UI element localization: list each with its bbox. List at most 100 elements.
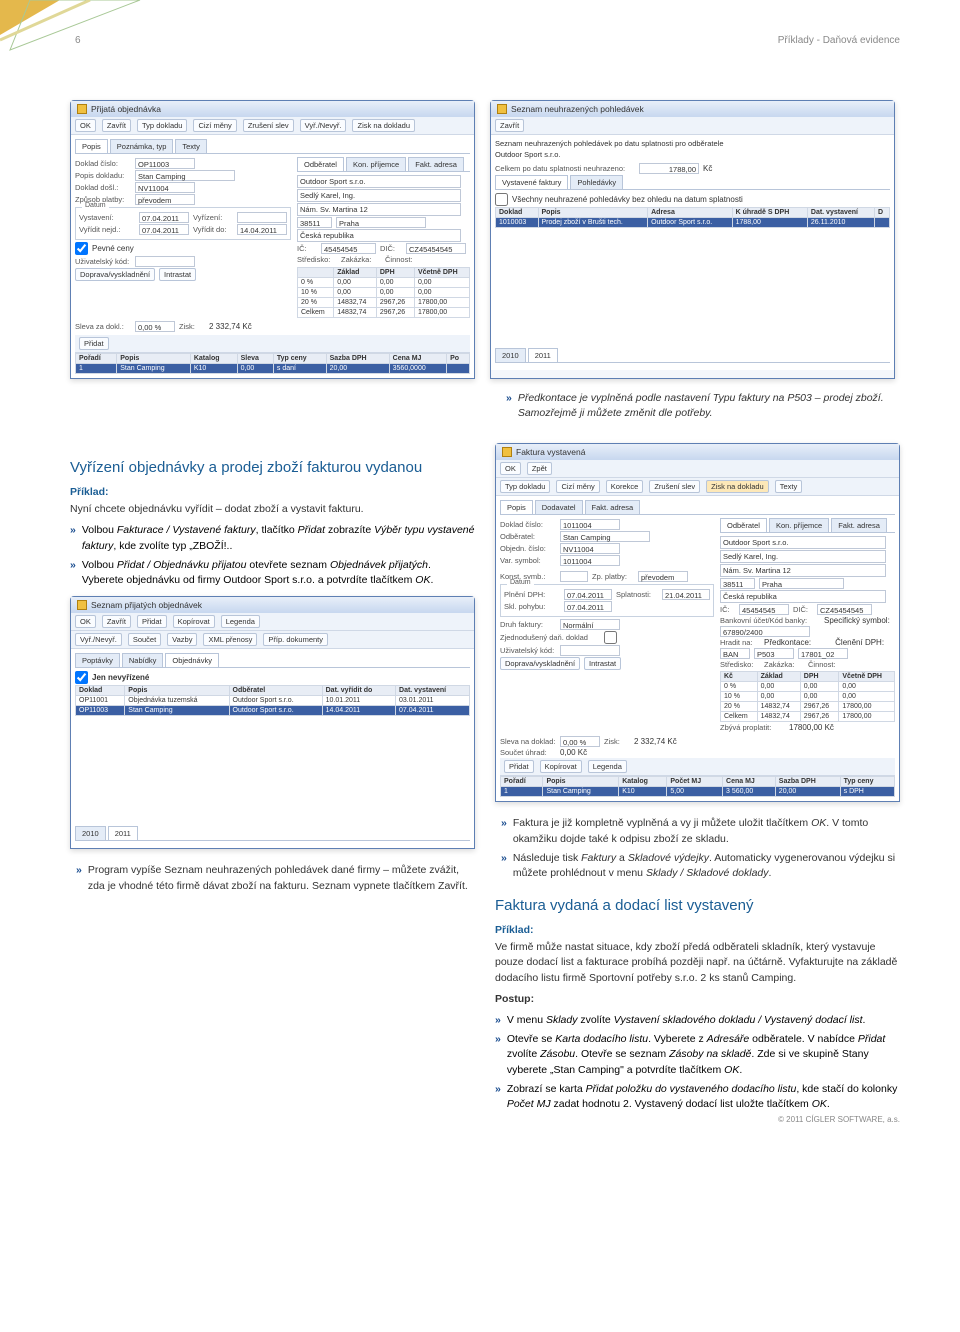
tab-poznamka[interactable]: Poznámka, typ	[110, 139, 174, 153]
hban-input[interactable]: BAN	[720, 648, 750, 659]
pridat-button[interactable]: Přidat	[504, 760, 534, 773]
vazby-button[interactable]: Vazby	[167, 633, 197, 646]
typ-dokladu-button[interactable]: Typ dokladu	[500, 480, 550, 493]
ok-button[interactable]: OK	[75, 615, 96, 628]
table-row[interactable]: 1Stan CampingK105,003 560,0020,00s DPH	[501, 787, 895, 797]
zp-input[interactable]: převodem	[638, 571, 688, 582]
intrastat-button[interactable]: Intrastat	[584, 657, 621, 670]
obj-input[interactable]: NV11004	[560, 543, 620, 554]
skl-input[interactable]: 07.04.2011	[564, 601, 612, 612]
dic-input[interactable]: CZ45454545	[406, 243, 466, 254]
table-row[interactable]: OP11001Objednávka tuzemskáOutdoor Sport …	[76, 696, 470, 706]
intrastat-button[interactable]: Intrastat	[159, 268, 196, 281]
pridat-item-button[interactable]: Přidat	[79, 337, 109, 350]
dic-input[interactable]: CZ45454545	[817, 604, 872, 615]
sleva-input[interactable]: 0,00 %	[135, 321, 175, 332]
odb-country[interactable]: Česká republika	[297, 229, 461, 242]
cizi-meny-button[interactable]: Cizí měny	[556, 480, 599, 493]
legenda-button[interactable]: Legenda	[221, 615, 260, 628]
year-2011-tab[interactable]: 2011	[528, 348, 558, 362]
korekce-button[interactable]: Korekce	[606, 480, 644, 493]
sleva-input[interactable]: 0,00 %	[560, 736, 600, 747]
odb-person[interactable]: Sedlý Karel, Ing.	[297, 189, 461, 202]
table-row[interactable]: 1010003Prodej zboží v Brušti tech.Outdoo…	[496, 218, 890, 228]
var-input[interactable]: 1011004	[560, 555, 620, 566]
soucet-button[interactable]: Součet	[128, 633, 161, 646]
vsechny-checkbox[interactable]	[495, 193, 508, 206]
ok-button[interactable]: OK	[500, 462, 521, 475]
odb-zip[interactable]: 38511	[297, 217, 332, 228]
tab-nabidky[interactable]: Nabídky	[122, 653, 164, 667]
zruseni-slev-button[interactable]: Zrušení slev	[649, 480, 700, 493]
pevne-ceny-checkbox[interactable]	[75, 242, 88, 255]
close-button[interactable]: Zavřít	[495, 119, 524, 132]
ok-button[interactable]: OK	[75, 119, 96, 132]
konst-input[interactable]	[560, 571, 588, 582]
pridat-button[interactable]: Přidat	[137, 615, 167, 628]
popis-input[interactable]: Stan Camping	[135, 170, 235, 181]
odb-addr[interactable]: Nám. Sv. Martina 12	[297, 203, 461, 216]
tab-vystavene[interactable]: Vystavené faktury	[495, 175, 568, 189]
jen-nevyrizene-checkbox[interactable]	[75, 671, 88, 684]
cizi-meny-button[interactable]: Cizí měny	[193, 119, 236, 132]
typ-dokladu-button[interactable]: Typ dokladu	[137, 119, 187, 132]
odb-addr[interactable]: Nám. Sv. Martina 12	[720, 564, 886, 577]
year-2011[interactable]: 2011	[108, 826, 138, 840]
year-2010[interactable]: 2010	[75, 826, 106, 840]
doklad-cislo-input[interactable]: OP11003	[135, 158, 195, 169]
odb-person[interactable]: Sedlý Karel, Ing.	[720, 550, 886, 563]
zjedn-checkbox[interactable]	[604, 631, 617, 644]
texty-button[interactable]: Texty	[775, 480, 803, 493]
odb-name[interactable]: Outdoor Sport s.r.o.	[720, 536, 886, 549]
zpusob-input[interactable]: převodem	[135, 194, 195, 205]
uziv-kod-input[interactable]	[135, 256, 195, 267]
tab-kon-prijemce[interactable]: Kon. příjemce	[346, 157, 406, 171]
doklad-input[interactable]: 1011004	[560, 519, 620, 530]
odb-city[interactable]: Praha	[336, 217, 426, 228]
doprava-button[interactable]: Doprava/vyskladnění	[500, 657, 580, 670]
vyridit-do-input[interactable]: 14.04.2011	[237, 224, 287, 235]
vyr-button[interactable]: Vyř./Nevyř.	[75, 633, 122, 646]
tab-texty[interactable]: Texty	[175, 139, 207, 153]
vyridit-nejd-input[interactable]: 07.04.2011	[139, 224, 189, 235]
druh-input[interactable]: Normální	[560, 619, 620, 630]
ic-input[interactable]: 45454545	[739, 604, 789, 615]
ic-input[interactable]: 45454545	[321, 243, 376, 254]
tab-fakt-adresa[interactable]: Fakt. adresa	[408, 157, 464, 171]
tab-odberatel[interactable]: Odběratel	[297, 157, 344, 171]
table-row[interactable]: OP11003Stan CampingOutdoor Sport s.r.o.1…	[76, 706, 470, 716]
odb-name[interactable]: Outdoor Sport s.r.o.	[297, 175, 461, 188]
close-button[interactable]: Zavřít	[102, 615, 131, 628]
odb-country[interactable]: Česká republika	[720, 590, 886, 603]
zruseni-slev-button[interactable]: Zrušení slev	[243, 119, 294, 132]
kopirovat-button[interactable]: Kopírovat	[540, 760, 582, 773]
tab-popis[interactable]: Popis	[500, 500, 533, 514]
kopirovat-button[interactable]: Kopírovat	[173, 615, 215, 628]
tab-popis[interactable]: Popis	[75, 139, 108, 153]
xml-button[interactable]: XML přenosy	[203, 633, 257, 646]
tab-pohledavky[interactable]: Pohledávky	[570, 175, 623, 189]
tab-kon-p[interactable]: Kon. příjemce	[769, 518, 829, 532]
zisk-button[interactable]: Zisk na dokladu	[706, 480, 769, 493]
odb-city[interactable]: Praha	[759, 578, 844, 589]
table-row[interactable]: 1Stan CampingK100,00s daní20,003560,0000	[76, 364, 470, 374]
vyr-button[interactable]: Vyř./Nevyř.	[300, 119, 347, 132]
prip-dok-button[interactable]: Příp. dokumenty	[263, 633, 328, 646]
tab-fakt-adresa[interactable]: Fakt. adresa	[585, 500, 641, 514]
odbf-input[interactable]: Stan Camping	[560, 531, 650, 542]
odb-zip[interactable]: 38511	[720, 578, 755, 589]
tab-fakt-a[interactable]: Fakt. adresa	[831, 518, 887, 532]
tab-poptavky[interactable]: Poptávky	[75, 653, 120, 667]
doklad-dosl-input[interactable]: NV11004	[135, 182, 195, 193]
tab-objednavky[interactable]: Objednávky	[165, 653, 219, 667]
close-button[interactable]: Zavřít	[102, 119, 131, 132]
tab-odberatel[interactable]: Odběratel	[720, 518, 767, 532]
banka-input[interactable]: 67890/2400	[720, 626, 810, 637]
hradit-input[interactable]: P503	[754, 648, 794, 659]
back-button[interactable]: Zpět	[527, 462, 552, 475]
doprava-button[interactable]: Doprava/vyskladnění	[75, 268, 155, 281]
plneni-input[interactable]: 07.04.2011	[564, 589, 612, 600]
year-2010-tab[interactable]: 2010	[495, 348, 526, 362]
cleneni-input[interactable]: 17801_02	[798, 648, 848, 659]
splat-input[interactable]: 21.04.2011	[662, 589, 710, 600]
